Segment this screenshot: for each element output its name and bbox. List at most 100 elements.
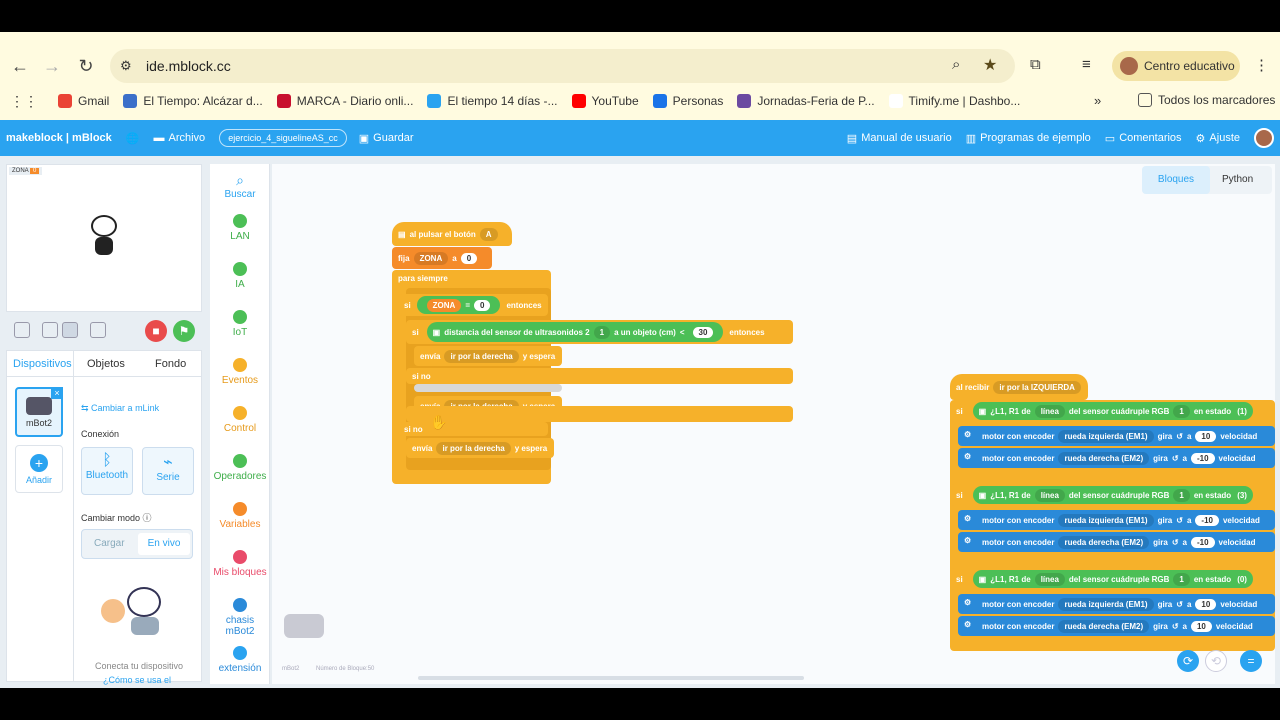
if-line-state-block[interactable]: si ▣ ¿L1, R1 de línea del sensor cuádruple R… bbox=[950, 484, 1275, 506]
category-5[interactable]: Control bbox=[210, 406, 270, 434]
tab-objetos[interactable]: Objetos bbox=[87, 358, 125, 370]
how-to-link[interactable]: ¿Cómo se usa el bbox=[103, 675, 171, 685]
hat-block-button[interactable]: ▤ al pulsar el botón A bbox=[392, 222, 512, 246]
user-avatar[interactable] bbox=[1254, 128, 1274, 148]
tab-fondo[interactable]: Fondo bbox=[155, 358, 186, 370]
line-dropdown[interactable]: línea bbox=[1034, 404, 1065, 418]
tab-dispositivos[interactable]: Dispositivos bbox=[13, 358, 72, 370]
forward-icon[interactable]: → bbox=[36, 50, 68, 82]
ejemplos-link[interactable]: ▥ Programas de ejemplo bbox=[966, 132, 1091, 145]
category-3[interactable]: IoT bbox=[210, 310, 270, 338]
cond-variable[interactable]: ZONA bbox=[426, 298, 462, 312]
cond-value[interactable]: 0 bbox=[474, 299, 491, 311]
mblock-logo[interactable]: makeblock | mBlock bbox=[6, 132, 112, 144]
category-1[interactable]: LAN bbox=[210, 214, 270, 242]
speed-input[interactable]: 10 bbox=[1195, 430, 1217, 442]
message-dropdown[interactable]: ir por la derecha bbox=[436, 441, 511, 455]
stop-icon[interactable]: ■ bbox=[145, 320, 167, 342]
script-canvas[interactable]: Bloques Python ▤ al pulsar el botón A fi… bbox=[272, 164, 1275, 684]
grid-stage-icon[interactable] bbox=[90, 322, 106, 338]
tab-bloques[interactable]: Bloques bbox=[1142, 166, 1210, 194]
comentarios-link[interactable]: ▭ Comentarios bbox=[1105, 132, 1182, 145]
motor-encoder-block[interactable]: ⚙ motor con encoder rueda izquierda (EM1) g… bbox=[958, 594, 1275, 614]
bookmark-item[interactable]: MARCA - Diario onli... bbox=[276, 94, 413, 108]
speed-input[interactable]: -10 bbox=[1190, 452, 1215, 464]
extensions-icon[interactable]: ⧉ bbox=[1030, 56, 1041, 73]
category-10[interactable]: extensión bbox=[210, 646, 270, 674]
motor-encoder-block[interactable]: ⚙ motor con encoder rueda derecha (EM2) gir… bbox=[958, 616, 1275, 636]
bookmark-item[interactable]: Jornadas-Feria de P... bbox=[737, 94, 875, 108]
category-2[interactable]: IA bbox=[210, 262, 270, 290]
category-6[interactable]: Operadores bbox=[210, 454, 270, 482]
address-bar[interactable]: ⚙ ide.mblock.cc ⌕ ★ bbox=[110, 49, 1015, 83]
motor-encoder-block[interactable]: ⚙ motor con encoder rueda derecha (EM2) gir… bbox=[958, 532, 1275, 552]
line-state-condition[interactable]: ▣ ¿L1, R1 de línea del sensor cuádruple RGB… bbox=[972, 402, 1253, 420]
bookmark-item[interactable]: Timify.me | Dashbo... bbox=[888, 94, 1020, 108]
small-stage-icon[interactable] bbox=[42, 322, 58, 338]
sensor-value[interactable]: 30 bbox=[692, 326, 714, 338]
bookmark-item[interactable]: El Tiempo: Alcázar d... bbox=[123, 94, 263, 108]
fullscreen-icon[interactable] bbox=[14, 322, 30, 338]
button-dropdown[interactable]: A bbox=[479, 227, 498, 241]
manual-link[interactable]: ▤ Manual de usuario bbox=[847, 132, 952, 145]
zoom-fit-icon[interactable]: = bbox=[1240, 650, 1262, 672]
media-icon[interactable]: ≡ bbox=[1082, 56, 1091, 73]
wheel-dropdown[interactable]: rueda derecha (EM2) bbox=[1058, 619, 1150, 633]
site-settings-icon[interactable]: ⚙ bbox=[120, 58, 132, 74]
speed-input[interactable]: -10 bbox=[1195, 514, 1219, 526]
green-flag-icon[interactable]: ⚑ bbox=[173, 320, 195, 342]
switch-mlink-link[interactable]: ⇆ Cambiar a mLink bbox=[81, 403, 159, 414]
cargar-button[interactable]: Cargar bbox=[94, 538, 125, 549]
stage[interactable]: ZONA 0 bbox=[6, 164, 202, 312]
language-icon[interactable]: 🌐 bbox=[126, 132, 140, 145]
speed-input[interactable]: 10 bbox=[1195, 598, 1217, 610]
guardar-button[interactable]: ▣ Guardar bbox=[359, 132, 414, 145]
receive-message-dropdown[interactable]: ir por la IZQUIERDA bbox=[993, 380, 1081, 394]
bookmark-star-icon[interactable]: ★ bbox=[983, 55, 997, 75]
wheel-dropdown[interactable]: rueda izquierda (EM1) bbox=[1058, 597, 1154, 611]
serie-button[interactable]: ⌁ Serie bbox=[142, 447, 194, 495]
if-zona-block[interactable]: si ZONA = 0 entonces bbox=[398, 294, 548, 316]
equals-operator[interactable]: ZONA = 0 bbox=[416, 296, 501, 314]
less-than-operator[interactable]: ▣ distancia del sensor de ultrasonidos 2… bbox=[426, 322, 724, 342]
info-icon[interactable]: ⓘ bbox=[143, 513, 152, 523]
set-variable-block[interactable]: fija ZONA a 0 bbox=[392, 247, 492, 269]
speed-input[interactable]: 10 bbox=[1190, 620, 1212, 632]
zoom-icon[interactable]: ⌕ bbox=[952, 56, 960, 73]
category-9[interactable]: chasis mBot2 bbox=[210, 598, 270, 637]
profile-button[interactable]: Centro educativo bbox=[1112, 51, 1240, 81]
bookmark-item[interactable]: El tiempo 14 días -... bbox=[427, 94, 558, 108]
normal-stage-icon[interactable] bbox=[62, 322, 78, 338]
wheel-dropdown[interactable]: rueda derecha (EM2) bbox=[1058, 451, 1150, 465]
archivo-menu[interactable]: ▬ Archivo bbox=[154, 132, 206, 144]
close-icon[interactable]: × bbox=[51, 387, 63, 399]
more-bookmarks-icon[interactable]: » bbox=[1094, 93, 1101, 108]
message-dropdown[interactable]: ir por la derecha bbox=[444, 349, 519, 363]
bluetooth-button[interactable]: ᛒ Bluetooth bbox=[81, 447, 133, 495]
broadcast-block-1[interactable]: envía ir por la derecha y espera bbox=[414, 346, 562, 366]
all-bookmarks[interactable]: Todos los marcadores bbox=[1138, 93, 1275, 107]
line-dropdown[interactable]: línea bbox=[1034, 488, 1065, 502]
menu-icon[interactable]: ⋮ bbox=[1254, 56, 1269, 74]
line-dropdown[interactable]: línea bbox=[1034, 572, 1065, 586]
port-dropdown[interactable]: 1 bbox=[1173, 488, 1190, 502]
redo-icon[interactable]: ⟲ bbox=[1205, 650, 1227, 672]
add-device-button[interactable]: + Añadir bbox=[15, 445, 63, 493]
bookmark-item[interactable]: Personas bbox=[652, 94, 723, 108]
reload-icon[interactable]: ↻ bbox=[70, 50, 102, 82]
motor-encoder-block[interactable]: ⚙ motor con encoder rueda izquierda (EM1) g… bbox=[958, 510, 1275, 530]
variable-dropdown[interactable]: ZONA bbox=[413, 251, 449, 265]
motor-encoder-block[interactable]: ⚙ motor con encoder rueda izquierda (EM1) g… bbox=[958, 426, 1275, 446]
receive-hat-block[interactable]: al recibir ir por la IZQUIERDA bbox=[950, 374, 1088, 400]
reset-zoom-icon[interactable]: ⟳ bbox=[1177, 650, 1199, 672]
sensor-port-dropdown[interactable]: 1 bbox=[593, 325, 611, 339]
en-vivo-button[interactable]: En vivo bbox=[138, 533, 190, 555]
tab-python[interactable]: Python bbox=[1222, 174, 1253, 185]
wheel-dropdown[interactable]: rueda izquierda (EM1) bbox=[1058, 513, 1154, 527]
bookmark-item[interactable]: YouTube bbox=[571, 94, 639, 108]
horizontal-scrollbar[interactable] bbox=[418, 676, 804, 680]
port-dropdown[interactable]: 1 bbox=[1173, 404, 1190, 418]
bookmark-item[interactable]: Gmail bbox=[58, 94, 109, 108]
speed-input[interactable]: -10 bbox=[1190, 536, 1215, 548]
line-state-condition[interactable]: ▣ ¿L1, R1 de línea del sensor cuádruple RGB… bbox=[972, 570, 1253, 588]
